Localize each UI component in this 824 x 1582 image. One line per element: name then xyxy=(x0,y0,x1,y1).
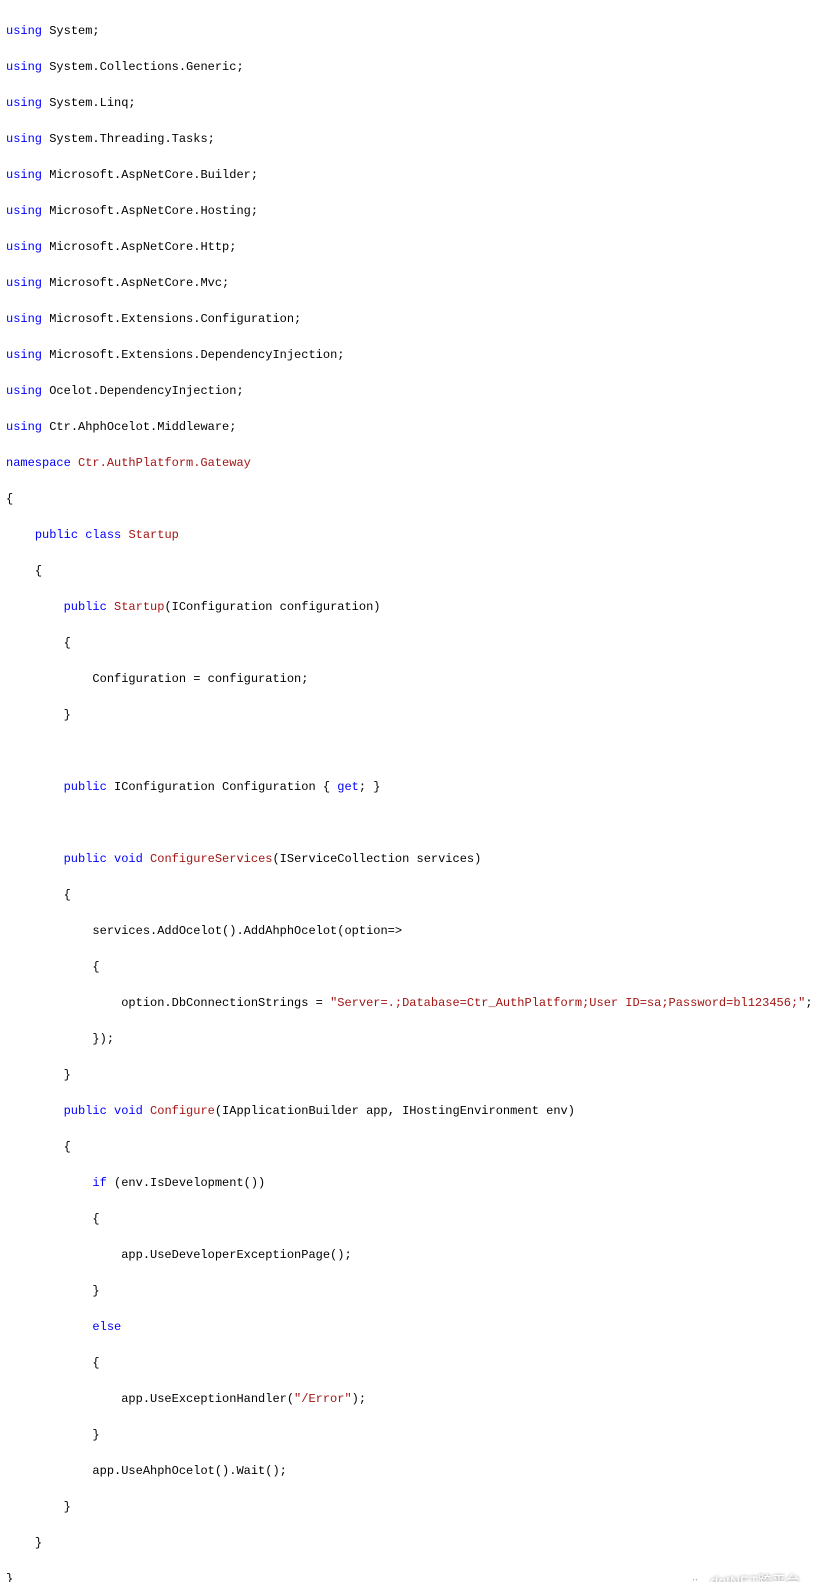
using-line: using System.Threading.Tasks; xyxy=(6,130,818,148)
brace: } xyxy=(6,1282,818,1300)
using-line: using System; xyxy=(6,22,818,40)
ctor-body: Configuration = configuration; xyxy=(6,670,818,688)
brace: { xyxy=(6,1138,818,1156)
brace: { xyxy=(6,1210,818,1228)
watermark: dotNET跨平台 xyxy=(689,1571,800,1582)
brace: } xyxy=(6,706,818,724)
using-line: using System.Collections.Generic; xyxy=(6,58,818,76)
namespace-line: namespace Ctr.AuthPlatform.Gateway xyxy=(6,454,818,472)
if-line: if (env.IsDevelopment()) xyxy=(6,1174,818,1192)
brace: } xyxy=(6,1426,818,1444)
brace: } xyxy=(6,1498,818,1516)
method-decl: public void Configure(IApplicationBuilde… xyxy=(6,1102,818,1120)
brace: { xyxy=(6,1354,818,1372)
code-line: app.UseAhphOcelot().Wait(); xyxy=(6,1462,818,1480)
class-decl: public class Startup xyxy=(6,526,818,544)
else-line: else xyxy=(6,1318,818,1336)
wechat-icon xyxy=(689,1573,707,1582)
using-line: using Microsoft.AspNetCore.Hosting; xyxy=(6,202,818,220)
using-line: using Ocelot.DependencyInjection; xyxy=(6,382,818,400)
code-line: option.DbConnectionStrings = "Server=.;D… xyxy=(6,994,818,1012)
code-line: }); xyxy=(6,1030,818,1048)
code-line: app.UseDeveloperExceptionPage(); xyxy=(6,1246,818,1264)
code-line: app.UseExceptionHandler("/Error"); xyxy=(6,1390,818,1408)
brace: } xyxy=(6,1066,818,1084)
using-line: using Microsoft.Extensions.DependencyInj… xyxy=(6,346,818,364)
brace: } xyxy=(6,1534,818,1552)
using-line: using Microsoft.AspNetCore.Builder; xyxy=(6,166,818,184)
code-block: using System; using System.Collections.G… xyxy=(0,0,824,1582)
brace: { xyxy=(6,886,818,904)
using-line: using System.Linq; xyxy=(6,94,818,112)
config-prop: public IConfiguration Configuration { ge… xyxy=(6,778,818,796)
brace: { xyxy=(6,634,818,652)
method-decl: public void ConfigureServices(IServiceCo… xyxy=(6,850,818,868)
using-line: using Ctr.AhphOcelot.Middleware; xyxy=(6,418,818,436)
blank-line xyxy=(6,814,818,832)
using-line: using Microsoft.AspNetCore.Http; xyxy=(6,238,818,256)
brace: { xyxy=(6,958,818,976)
blank-line xyxy=(6,742,818,760)
brace: { xyxy=(6,490,818,508)
using-line: using Microsoft.AspNetCore.Mvc; xyxy=(6,274,818,292)
ctor-decl: public Startup(IConfiguration configurat… xyxy=(6,598,818,616)
code-line: services.AddOcelot().AddAhphOcelot(optio… xyxy=(6,922,818,940)
watermark-text: dotNET跨平台 xyxy=(711,1571,800,1582)
brace: { xyxy=(6,562,818,580)
using-line: using Microsoft.Extensions.Configuration… xyxy=(6,310,818,328)
